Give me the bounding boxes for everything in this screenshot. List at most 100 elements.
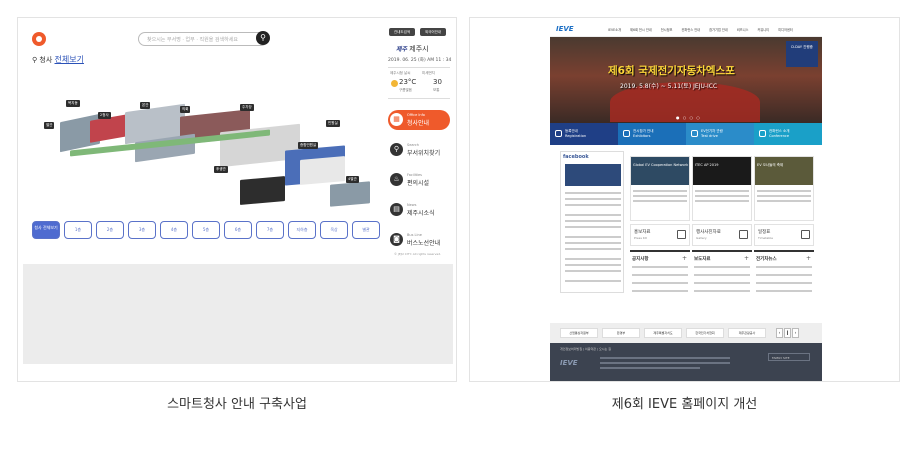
service-timetable[interactable]: 일정표 Timetable xyxy=(754,224,814,246)
nav-item[interactable]: 미디어센터 xyxy=(778,28,793,32)
family-site-select[interactable]: FAMILY SITE xyxy=(768,353,810,361)
facebook-widget[interactable]: facebook xyxy=(560,151,624,293)
menu-news[interactable]: ▤ News 제주시소식 xyxy=(388,200,450,220)
calendar-icon xyxy=(801,230,810,239)
site-nav: IEVE소개 제6회 전시 안내 전시정보 컨퍼런스 안내 참가기업 안내 비즈… xyxy=(608,27,801,32)
prev-arrow-icon[interactable]: ‹ xyxy=(776,328,783,338)
facebook-post-image xyxy=(565,164,621,186)
search-icon[interactable]: ⚲ xyxy=(256,31,270,45)
quick-link[interactable]: 등록안내 Registration xyxy=(550,123,618,145)
text-line xyxy=(565,192,621,194)
floor-button[interactable]: 6층 xyxy=(224,221,252,239)
map-label: 민원실 xyxy=(326,120,340,127)
language-button[interactable]: 외국어안내 xyxy=(420,28,446,36)
footer-text-line xyxy=(600,357,730,359)
board-press[interactable]: 보도자료 + xyxy=(692,250,752,300)
nav-item[interactable]: 커뮤니티 xyxy=(757,28,769,32)
plus-icon[interactable]: + xyxy=(806,255,811,262)
nav-item[interactable]: 제6회 전시 안내 xyxy=(630,28,652,32)
nav-item[interactable]: 참가기업 안내 xyxy=(709,28,728,32)
next-arrow-icon[interactable]: › xyxy=(792,328,799,338)
quick-link[interactable]: 컨퍼런스 소개 Conference xyxy=(754,123,822,145)
board-ev-news[interactable]: 전기차뉴스 + xyxy=(754,250,814,300)
menu-facilities[interactable]: ♨ Facilities 편의시설 xyxy=(388,170,450,190)
map-building[interactable] xyxy=(330,181,370,207)
kiosk-search-input[interactable]: 찾으시는 부서명 · 업무 · 직원을 검색하세요 xyxy=(138,32,268,46)
news-tile[interactable]: EV 오너들의 축제 xyxy=(754,156,814,221)
weather-label: 제주시청 날씨 xyxy=(390,71,411,75)
kiosk-bottom-panel xyxy=(23,264,453,364)
quick-link-sub: Registration xyxy=(565,134,587,138)
board-title: 공지사항 xyxy=(632,257,649,262)
floor-button[interactable]: 옥상 xyxy=(320,221,348,239)
map-label: 종합민원실 xyxy=(298,142,319,149)
menu-en-label: Facilities xyxy=(407,173,422,177)
floor-button[interactable]: 3층 xyxy=(128,221,156,239)
quick-link[interactable]: 전시참가 안내 Exhibitors xyxy=(618,123,686,145)
partner-logo[interactable]: 제주특별자치도 xyxy=(644,328,682,338)
sun-icon xyxy=(391,80,398,87)
partner-logo[interactable]: 산업통상자원부 xyxy=(560,328,598,338)
dust-value: 30 xyxy=(433,78,442,86)
map-search-button[interactable]: 관내도검색 xyxy=(389,28,415,36)
pause-icon[interactable]: ‖ xyxy=(784,328,791,338)
text-line xyxy=(756,290,812,292)
dust-label: 미세먼지 xyxy=(422,71,435,75)
kiosk-logo-icon[interactable] xyxy=(32,32,46,46)
plus-icon[interactable]: + xyxy=(682,255,687,262)
nav-item[interactable]: 전시정보 xyxy=(661,28,673,32)
campus-map[interactable]: 복지동 별관 2청사 본관 의회 주차장 민원실 종합민원실 후생관 4별관 xyxy=(30,78,370,218)
text-line xyxy=(565,270,621,272)
text-line xyxy=(632,274,688,276)
floor-button[interactable]: 7층 xyxy=(256,221,284,239)
floor-button[interactable]: 1층 xyxy=(64,221,92,239)
partner-logo[interactable]: 제주관광공사 xyxy=(728,328,766,338)
floor-button[interactable]: 지하층 xyxy=(288,221,316,239)
menu-en-label: News xyxy=(407,203,417,207)
map-building[interactable] xyxy=(240,176,285,205)
hero-date: 2019. 5.8(수) ~ 5.11(토) JEJU-ICC xyxy=(620,83,718,90)
text-line xyxy=(633,195,687,197)
news-tile[interactable]: Global EV Cooperation Network xyxy=(630,156,690,221)
kiosk-screenshot-card: 찾으시는 부서명 · 업무 · 직원을 검색하세요 ⚲ ⚲ 청사 전체보기 복지… xyxy=(17,17,457,382)
partner-logo[interactable]: 한국전기차협회 xyxy=(686,328,724,338)
menu-ko-label: 부서위치찾기 xyxy=(407,150,441,157)
text-line xyxy=(565,214,621,216)
service-gallery[interactable]: 행사사진자료 Gallery xyxy=(692,224,752,246)
plus-icon[interactable]: + xyxy=(744,255,749,262)
nav-item[interactable]: 비즈니스 xyxy=(737,28,749,32)
nav-item[interactable]: IEVE소개 xyxy=(608,28,621,32)
site-logo[interactable]: IEVE xyxy=(556,25,574,33)
map-building[interactable] xyxy=(300,156,345,185)
floor-button-all[interactable]: 청사 전체보기 xyxy=(32,221,60,239)
hero-banner[interactable]: 제6회 국제전기자동차엑스포 2019. 5.8(수) ~ 5.11(토) JE… xyxy=(550,37,822,123)
floor-button[interactable]: 2층 xyxy=(96,221,124,239)
nav-item[interactable]: 컨퍼런스 안내 xyxy=(681,28,700,32)
hero-side-badge[interactable]: D-DAY 진행중 xyxy=(786,41,818,67)
menu-office-info[interactable]: ▦ Office Info 청사안내 xyxy=(388,110,450,130)
carousel-dots[interactable]: ● ○ ○ ○ xyxy=(676,115,701,120)
partner-logo[interactable]: 환경부 xyxy=(602,328,640,338)
text-line xyxy=(565,220,621,222)
footer-text-line xyxy=(600,362,730,364)
caption-left: 스마트청사 안내 구축사업 xyxy=(167,397,307,412)
text-line xyxy=(565,204,621,206)
footer-text-line xyxy=(600,367,700,369)
text-line xyxy=(565,226,621,228)
menu-search[interactable]: ⚲ Search 부서위치찾기 xyxy=(388,140,450,160)
board-notice[interactable]: 공지사항 + xyxy=(630,250,690,300)
news-tile[interactable]: ITEC AP 2019 xyxy=(692,156,752,221)
floor-button[interactable]: 5층 xyxy=(192,221,220,239)
service-press-kit[interactable]: 홍보자료 Press Kit xyxy=(630,224,690,246)
map-label: 주차장 xyxy=(240,104,254,111)
tile-title: EV 오너들의 축제 xyxy=(757,163,784,167)
menu-en-label: Bus Line xyxy=(407,233,422,237)
service-label: 홍보자료 xyxy=(634,230,651,235)
footer-links[interactable]: 개인정보처리방침 | 이용약관 | 오시는 길 xyxy=(560,347,611,351)
menu-bus-line[interactable]: ◙ Bus Line 버스노선안내 xyxy=(388,230,450,250)
kiosk-view-all-link[interactable]: 전체보기 xyxy=(55,55,84,64)
floor-button[interactable]: 4층 xyxy=(160,221,188,239)
quick-link[interactable]: EV전기차 관람 Test drive xyxy=(686,123,754,145)
map-label: 후생관 xyxy=(214,166,228,173)
floor-button[interactable]: 별관 xyxy=(352,221,380,239)
